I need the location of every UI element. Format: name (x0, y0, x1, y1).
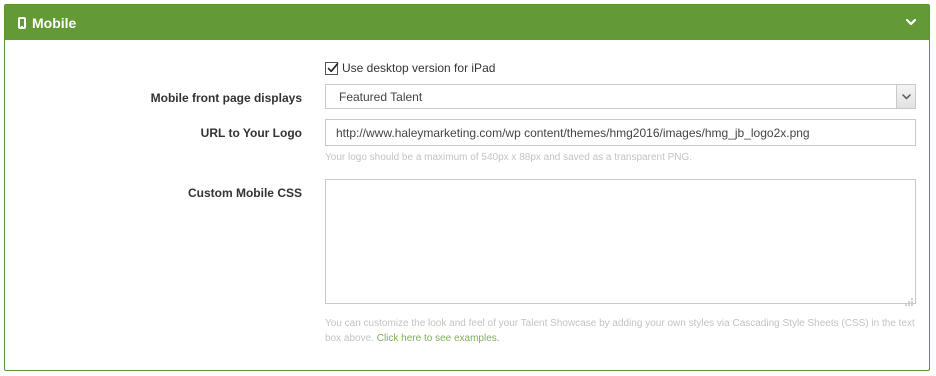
logo-url-value: http://www.haleymarketing.com/wp content… (336, 125, 810, 140)
chevron-down-icon[interactable] (904, 16, 918, 30)
logo-url-label: URL to Your Logo (200, 126, 302, 140)
custom-css-label: Custom Mobile CSS (187, 186, 302, 200)
resize-handle-icon[interactable] (905, 293, 913, 306)
desktop-ipad-label: Use desktop version for iPad (342, 61, 496, 75)
custom-css-textarea[interactable] (325, 179, 916, 306)
custom-css-help-line2: box above. (325, 333, 374, 344)
select-chevron-down-icon[interactable] (896, 85, 915, 108)
custom-css-help-text: You can customize the look and feel of y… (325, 316, 920, 346)
logo-url-input[interactable]: http://www.haleymarketing.com/wp content… (325, 119, 916, 146)
desktop-ipad-option[interactable]: Use desktop version for iPad (325, 61, 495, 75)
desktop-ipad-checkbox[interactable] (325, 61, 339, 75)
mobile-phone-icon (18, 16, 26, 29)
logo-help-text: Your logo should be a maximum of 540px x… (325, 152, 693, 163)
css-examples-link[interactable]: Click here to see examples. (377, 333, 500, 344)
front-page-select[interactable]: Featured Talent (325, 84, 916, 109)
panel-title: Mobile (32, 14, 77, 31)
panel-header[interactable]: Mobile (5, 5, 929, 40)
mobile-settings-panel: Mobile Use desktop version for iPad Mobi… (4, 4, 930, 371)
front-page-label: Mobile front page displays (150, 91, 302, 105)
custom-css-help-line1: You can customize the look and feel of y… (325, 318, 915, 329)
panel-header-left: Mobile (18, 15, 76, 31)
front-page-selected-value: Featured Talent (339, 89, 423, 104)
